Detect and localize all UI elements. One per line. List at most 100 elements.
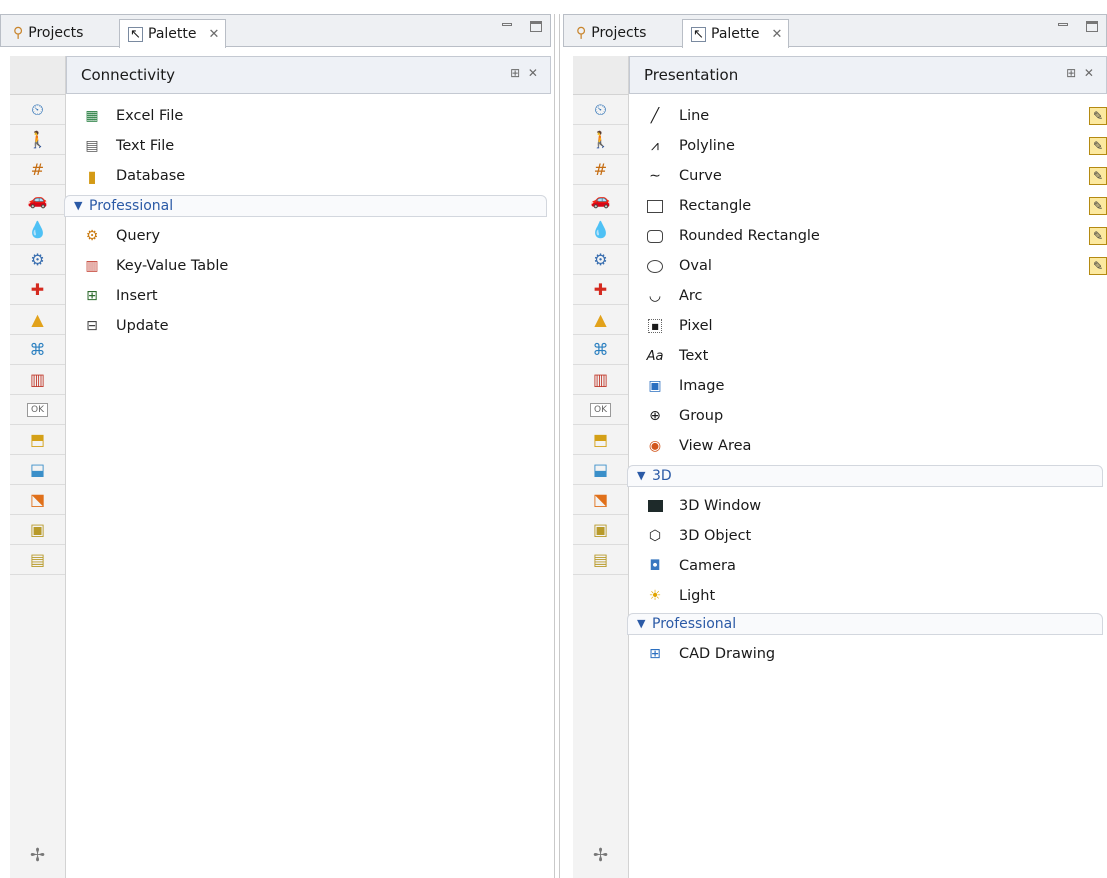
palette-item[interactable]: ⊞ CAD Drawing — [645, 641, 775, 667]
close-icon[interactable]: ✕ — [209, 27, 220, 42]
fluid-icon[interactable]: 💧 — [573, 215, 628, 245]
palette-item[interactable]: Oval ✎ — [645, 253, 1107, 279]
group-icon: ⊕ — [649, 408, 661, 424]
ambulance-icon[interactable]: ✚ — [573, 275, 628, 305]
line-icon: ╱ — [650, 108, 660, 124]
road-traffic-icon[interactable]: 🚗 — [573, 185, 628, 215]
tab-projects[interactable]: ⚲ Projects — [568, 19, 652, 47]
sidebar-top — [10, 56, 65, 95]
palette-item[interactable]: ∼ Curve ✎ — [645, 163, 1107, 189]
palette-item[interactable]: ▦ Excel File — [82, 103, 183, 129]
palette-item[interactable]: ⊞ Insert — [82, 283, 157, 309]
maximize-icon[interactable] — [1086, 21, 1098, 32]
section-title: Presentation — [644, 66, 739, 84]
process-library-icon[interactable]: ⚙ — [573, 245, 628, 275]
item-label: Text File — [116, 138, 175, 154]
palette-item[interactable]: ◉ View Area — [645, 433, 752, 459]
palette-item[interactable]: ▤ Text File — [82, 133, 174, 159]
pictures-icon[interactable]: ▣ — [573, 515, 628, 545]
minimize-icon[interactable] — [502, 23, 512, 26]
ambulance-icon[interactable]: ✚ — [10, 275, 65, 305]
palette-item[interactable]: Rectangle ✎ — [645, 193, 1107, 219]
rail-library-icon[interactable]: # — [573, 155, 628, 185]
view-options-icon[interactable]: ⊞ ✕ — [1066, 66, 1096, 80]
close-icon[interactable]: ✕ — [772, 27, 783, 42]
process-modeling-icon[interactable]: ⏲ — [10, 95, 65, 125]
palette-item[interactable]: ⊕ Group — [645, 403, 723, 429]
analysis-icon[interactable]: ▥ — [10, 365, 65, 395]
fluid-icon[interactable]: 💧 — [10, 215, 65, 245]
pencil-icon[interactable]: ✎ — [1089, 137, 1107, 155]
item-label: Key-Value Table — [116, 258, 229, 274]
pencil-icon[interactable]: ✎ — [1089, 257, 1107, 275]
road-traffic-icon[interactable]: 🚗 — [10, 185, 65, 215]
connectivity-icon[interactable]: ⌘ — [10, 335, 65, 365]
controls-icon[interactable]: OK — [573, 395, 628, 425]
process-library-icon[interactable]: ⚙ — [10, 245, 65, 275]
item-label: Oval — [679, 258, 712, 274]
3d-objects-icon[interactable]: ▤ — [573, 545, 628, 575]
analysis-icon[interactable]: ▥ — [573, 365, 628, 395]
3d-window-icon — [645, 496, 665, 516]
palette-item[interactable]: ◡ Arc — [645, 283, 703, 309]
palette-item[interactable]: ⚙ Query — [82, 223, 160, 249]
pencil-icon[interactable]: ✎ — [1089, 167, 1107, 185]
light-icon: ☀ — [648, 588, 662, 604]
pixel-icon: ■ — [645, 316, 665, 336]
pencil-icon[interactable]: ✎ — [1089, 227, 1107, 245]
group-professional[interactable]: ▼ Professional — [64, 195, 547, 217]
palette-item[interactable]: ▥ Key-Value Table — [82, 253, 228, 279]
item-label: Excel File — [116, 108, 184, 124]
tab-palette-label: Palette — [148, 26, 197, 42]
view-options-icon[interactable]: ⊞ ✕ — [510, 66, 540, 80]
palette-item[interactable]: ◘ Camera — [645, 553, 735, 579]
group-professional[interactable]: ▼ Professional — [627, 613, 1103, 635]
maximize-icon[interactable] — [530, 21, 542, 32]
tab-projects-label: Projects — [591, 25, 647, 41]
group-3d[interactable]: ▼ 3D — [627, 465, 1103, 487]
agent-icon[interactable]: ⬓ — [10, 455, 65, 485]
pedestrian-icon[interactable]: 🚶 — [573, 125, 628, 155]
pane-divider[interactable] — [551, 0, 563, 878]
rail-library-icon[interactable]: # — [10, 155, 65, 185]
palette-item[interactable]: ⩘ Polyline ✎ — [645, 133, 1107, 159]
pencil-icon[interactable]: ✎ — [1089, 107, 1107, 125]
3d-objects-icon[interactable]: ▤ — [10, 545, 65, 575]
palette-item[interactable]: Rounded Rectangle ✎ — [645, 223, 1107, 249]
minimize-icon[interactable] — [1058, 23, 1068, 26]
palette-item[interactable]: ╱ Line ✎ — [645, 103, 1107, 129]
palette-item[interactable]: ▮ Database — [82, 163, 186, 189]
palette-item[interactable]: ☀ Light — [645, 583, 715, 609]
projects-icon: ⚲ — [13, 25, 24, 41]
palette-item[interactable]: ■ Pixel — [645, 313, 713, 339]
add-palette-icon[interactable]: ✢ — [573, 845, 628, 866]
tab-palette[interactable]: ↖ Palette ✕ — [682, 19, 790, 48]
palette-item[interactable]: ⬡ 3D Object — [645, 523, 751, 549]
add-palette-icon[interactable]: ✢ — [10, 845, 65, 866]
rounded-rectangle-icon — [645, 226, 665, 246]
process-modeling-icon[interactable]: ⏲ — [573, 95, 628, 125]
item-label: Update — [116, 318, 169, 334]
item-label: 3D Object — [679, 528, 752, 544]
parameters-icon[interactable]: ⬒ — [10, 425, 65, 455]
palette-item[interactable]: ▣ Image — [645, 373, 724, 399]
actionchart-icon[interactable]: ⬔ — [573, 485, 628, 515]
palette-item[interactable]: ⊟ Update — [82, 313, 169, 339]
palette-item[interactable]: Aa Text — [645, 343, 709, 369]
controls-icon[interactable]: OK — [10, 395, 65, 425]
parameters-icon[interactable]: ⬒ — [573, 425, 628, 455]
item-label: Rectangle — [679, 198, 752, 214]
presentation-icon[interactable]: ▲ — [10, 305, 65, 335]
pictures-icon[interactable]: ▣ — [10, 515, 65, 545]
agent-icon[interactable]: ⬓ — [573, 455, 628, 485]
tab-projects[interactable]: ⚲ Projects — [5, 19, 89, 47]
palette-sidebar: ⏲ 🚶 # 🚗 💧 ⚙ ✚ ▲ ⌘ ▥ OK ⬒ ⬓ ⬔ ▣ ▤ ✢ — [10, 56, 66, 878]
connectivity-icon[interactable]: ⌘ — [573, 335, 628, 365]
pedestrian-icon[interactable]: 🚶 — [10, 125, 65, 155]
presentation-icon[interactable]: ▲ — [573, 305, 628, 335]
pencil-icon[interactable]: ✎ — [1089, 197, 1107, 215]
item-label: Pixel — [679, 318, 713, 334]
actionchart-icon[interactable]: ⬔ — [10, 485, 65, 515]
palette-item[interactable]: 3D Window — [645, 493, 761, 519]
tab-palette[interactable]: ↖ Palette ✕ — [119, 19, 227, 48]
